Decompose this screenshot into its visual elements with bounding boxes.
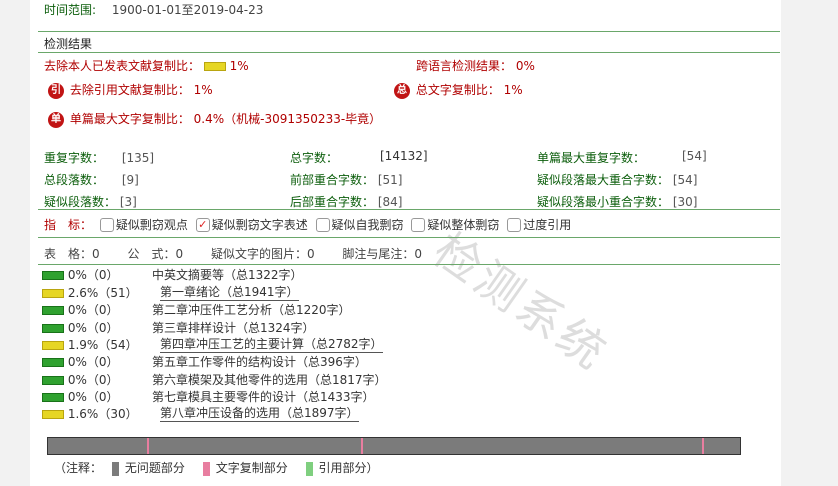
legend-swatch-copied — [202, 461, 210, 476]
indicator-label: 指 标： — [44, 218, 93, 232]
stat-front-overlap: 前部重合字数： [51] — [290, 173, 403, 187]
list-item: 0%（0） 第五章工作零件的结构设计（总396字） — [42, 354, 367, 371]
list-item: 0%（0） 第七章模具主要零件的设计（总1433字） — [42, 389, 375, 406]
ref-excluded-ratio: 引 去除引用文献复制比： 1% — [48, 81, 213, 99]
count-tables: 表 格：0 — [44, 247, 100, 261]
single-badge-icon: 单 — [48, 111, 64, 128]
total-badge-icon: 总 — [394, 82, 410, 99]
chapter-link[interactable]: 第八章冲压设备的选用（总1897字） — [160, 406, 359, 422]
list-item: 2.6%（51） 第一章绪论（总1941字） — [42, 285, 299, 302]
self-excluded-ratio: 去除本人已发表文献复制比： 1% — [44, 59, 249, 73]
chapter-link[interactable]: 中英文摘要等（总1322字） — [152, 267, 303, 284]
divider — [38, 52, 780, 53]
ref-badge-icon: 引 — [48, 82, 64, 99]
chapter-link[interactable]: 第一章绪论（总1941字） — [160, 285, 299, 301]
time-range-label: 时间范围: — [44, 3, 97, 17]
ratio-bar — [42, 376, 64, 385]
legend-swatch-no-issue — [111, 461, 119, 476]
indicator-plagiarized-wording[interactable]: ✓ 疑似剽窃文字表述 — [192, 217, 308, 232]
list-item: 0%（0） 第二章冲压件工艺分析（总1220字） — [42, 302, 351, 319]
checkbox[interactable] — [411, 217, 426, 232]
count-footnotes: 脚注与尾注：0 — [342, 247, 423, 261]
chapter-link[interactable]: 第二章冲压件工艺分析（总1220字） — [152, 302, 351, 319]
copied-segment-marker[interactable] — [361, 438, 363, 454]
list-item: 0%（0） 第六章模架及其他零件的选用（总1817字） — [42, 372, 387, 389]
stat-total-chars-value: [14132] — [380, 149, 428, 163]
stat-total-chars: 总字数： — [290, 151, 339, 165]
count-formulas: 公 式：0 — [127, 247, 184, 261]
checkbox[interactable] — [507, 217, 522, 232]
document-overview-bar[interactable] — [47, 437, 741, 455]
stat-min-paragraph-overlap: 疑似段落最小重合字数： [30] — [537, 195, 698, 209]
copied-segment-marker[interactable] — [702, 438, 704, 454]
ratio-bar — [42, 358, 64, 367]
divider — [38, 237, 780, 238]
time-range: 时间范围: 1900-01-01至2019-04-23 — [44, 1, 263, 18]
chapter-link[interactable]: 第四章冲压工艺的主要计算（总2782字） — [160, 337, 383, 353]
counts-row: 表 格：0 公 式：0 疑似文字的图片：0 脚注与尾注：0 — [44, 245, 422, 262]
stat-total-paragraphs: 总段落数： [9] — [44, 173, 139, 187]
checkbox-checked[interactable]: ✓ — [195, 217, 210, 232]
ratio-bar — [42, 410, 64, 419]
indicator-over-citation[interactable]: 过度引用 — [503, 217, 571, 232]
legend-swatch-cited — [305, 461, 313, 476]
watermark: 检测系统 — [423, 222, 619, 382]
list-item: 0%（0） 第三章排样设计（总1324字） — [42, 320, 315, 337]
chapter-link[interactable]: 第六章模架及其他零件的选用（总1817字） — [152, 372, 387, 389]
stat-repeat-chars: 重复字数： [135] — [44, 151, 155, 165]
divider — [38, 209, 780, 210]
chapter-link[interactable]: 第七章模具主要零件的设计（总1433字） — [152, 389, 375, 406]
ratio-bar — [42, 393, 64, 402]
divider — [38, 31, 780, 32]
stat-max-paragraph-overlap: 疑似段落最大重合字数： [54] — [537, 173, 698, 187]
section-title: 检测结果 — [44, 37, 93, 51]
indicator-plagiarized-idea[interactable]: 疑似剽窃观点 — [96, 217, 188, 232]
checkbox[interactable] — [315, 217, 330, 232]
chapter-link[interactable]: 第五章工作零件的结构设计（总396字） — [152, 354, 367, 371]
divider — [38, 264, 780, 265]
indicator-row: 指 标： 疑似剽窃观点 ✓ 疑似剽窃文字表述 疑似自我剽窃 疑似整体剽窃 过度引用 — [44, 216, 571, 233]
list-item: 1.6%（30） 第八章冲压设备的选用（总1897字） — [42, 406, 359, 423]
ratio-bar — [42, 341, 64, 350]
chapter-link[interactable]: 第三章排样设计（总1324字） — [152, 320, 315, 337]
ratio-bar — [203, 62, 226, 71]
count-images: 疑似文字的图片：0 — [210, 247, 315, 261]
stat-suspect-paragraphs: 疑似段落数： [3] — [44, 195, 137, 209]
stat-single-max-repeat-value: [54] — [682, 149, 707, 163]
total-copy-ratio: 总 总文字复制比： 1% — [394, 81, 523, 99]
list-item: 0%（0） 中英文摘要等（总1322字） — [42, 267, 303, 284]
report-page: 检测系统 时间范围: 1900-01-01至2019-04-23 检测结果 去除… — [30, 0, 781, 486]
ratio-bar — [42, 289, 64, 298]
indicator-self-plagiarism[interactable]: 疑似自我剽窃 — [312, 217, 404, 232]
checkbox[interactable] — [99, 217, 114, 232]
cross-language-result: 跨语言检测结果： 0% — [416, 59, 535, 73]
ratio-bar — [42, 306, 64, 315]
ratio-bar — [42, 271, 64, 280]
stat-back-overlap: 后部重合字数： [84] — [290, 195, 403, 209]
copied-segment-marker[interactable] — [147, 438, 149, 454]
single-max-ratio: 单 单篇最大文字复制比： 0.4%（机械-3091350233-毕竟） — [48, 110, 381, 128]
time-range-value: 1900-01-01至2019-04-23 — [111, 3, 264, 17]
legend: （注释： 无问题部分 文字复制部分 引用部分） — [54, 461, 379, 476]
stat-single-max-repeat: 单篇最大重复字数： — [537, 151, 646, 165]
list-item: 1.9%（54） 第四章冲压工艺的主要计算（总2782字） — [42, 337, 383, 354]
indicator-whole-plagiarism[interactable]: 疑似整体剽窃 — [407, 217, 499, 232]
ratio-bar — [42, 324, 64, 333]
